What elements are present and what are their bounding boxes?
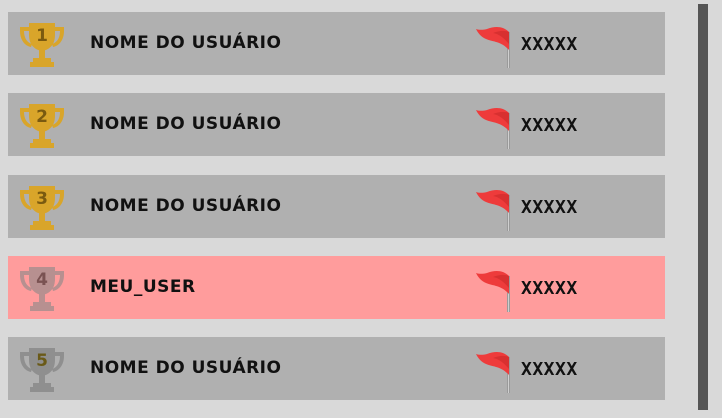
- leaderboard-row[interactable]: 3 Nome do usuário XXXXX: [8, 175, 665, 238]
- trophy-icon: 2: [16, 102, 68, 150]
- score: XXXXX: [521, 115, 578, 136]
- rank-number: 3: [36, 189, 48, 209]
- rank-number: 1: [36, 26, 48, 46]
- flag-icon: [473, 24, 515, 70]
- score: XXXXX: [521, 34, 578, 55]
- leaderboard-row[interactable]: 5 Nome do usuário XXXXX: [8, 337, 665, 400]
- scrollbar[interactable]: [698, 4, 708, 410]
- leaderboard-row[interactable]: 2 Nome do usuário XXXXX: [8, 93, 665, 156]
- trophy-icon: 5: [16, 346, 68, 394]
- rank-number: 2: [36, 107, 48, 127]
- leaderboard: 1 Nome do usuário XXXXX 2 Nome do usuário XXX…: [0, 0, 722, 418]
- trophy-icon: 1: [16, 21, 68, 69]
- trophy-icon: 3: [16, 184, 68, 232]
- score: XXXXX: [521, 359, 578, 380]
- flag-icon: [473, 105, 515, 151]
- rank-number: 4: [36, 270, 48, 290]
- flag-icon: [473, 187, 515, 233]
- flag-icon: [473, 349, 515, 395]
- username: meu_user: [90, 277, 196, 297]
- rank-number: 5: [36, 351, 48, 371]
- score: XXXXX: [521, 278, 578, 299]
- trophy-icon: 4: [16, 265, 68, 313]
- flag-icon: [473, 268, 515, 314]
- username: Nome do usuário: [90, 358, 282, 378]
- username: Nome do usuário: [90, 33, 282, 53]
- username: Nome do usuário: [90, 196, 282, 216]
- leaderboard-row-current-user[interactable]: 4 meu_user XXXXX: [8, 256, 665, 319]
- username: Nome do usuário: [90, 114, 282, 134]
- leaderboard-row[interactable]: 1 Nome do usuário XXXXX: [8, 12, 665, 75]
- score: XXXXX: [521, 197, 578, 218]
